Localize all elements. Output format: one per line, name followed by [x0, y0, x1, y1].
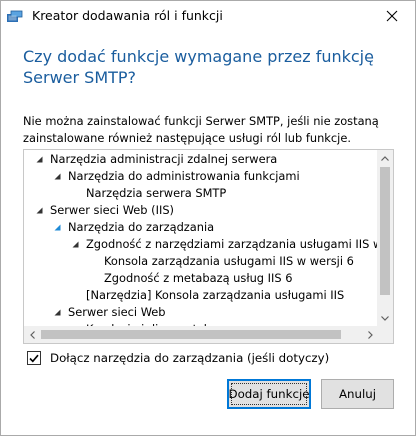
tree-viewport: Narzędzia administracji zdalnej serwera N…: [24, 150, 378, 326]
expand-arrow-icon[interactable]: [34, 202, 44, 219]
chevron-down-icon: [381, 315, 389, 321]
include-tools-checkbox[interactable]: [27, 351, 41, 365]
chevron-left-icon: [29, 330, 35, 339]
scroll-right-button[interactable]: [362, 326, 378, 343]
scroll-down-button[interactable]: [377, 310, 393, 326]
dialog-description: Nie można zainstalować funkcji Serwer SM…: [23, 114, 379, 145]
horizontal-scroll-thumb[interactable]: [41, 330, 341, 339]
tree-item-label: Konsola zarządzania usługami IIS w wersj…: [104, 254, 354, 268]
dialog-heading: Czy dodać funkcje wymagane przez funkcję…: [23, 47, 374, 87]
expand-arrow-icon[interactable]: [52, 304, 62, 321]
tree-item-label: Zgodność z narzędziami zarządzania usług…: [86, 237, 378, 251]
chevron-right-icon: [367, 330, 373, 339]
tree-item-label: Narzędzia do administrowania funkcjami: [68, 169, 300, 183]
cancel-button[interactable]: Anuluj: [321, 379, 394, 409]
vertical-scrollbar[interactable]: [377, 150, 393, 326]
close-icon: [386, 10, 398, 22]
expand-arrow-icon[interactable]: [70, 236, 80, 253]
window-title: Kreator dodawania ról i funkcji: [32, 8, 223, 23]
checkmark-icon: [29, 354, 39, 362]
tree-item-label: Serwer sieci Web (IIS): [50, 203, 174, 217]
tree-item-label: Narzędzia do zarządzania: [68, 220, 215, 234]
tree-item-label: [Narzędzia] Konsola zarządzania usługami…: [86, 288, 345, 302]
close-button[interactable]: [369, 1, 415, 31]
chevron-up-icon: [381, 155, 389, 161]
scroll-up-button[interactable]: [377, 150, 393, 166]
expand-arrow-icon[interactable]: [34, 151, 44, 168]
wizard-app-icon: [7, 10, 23, 22]
scrollbar-corner: [377, 326, 393, 343]
include-tools-label: Dołącz narzędzia do zarządzania (jeśli d…: [50, 351, 330, 365]
tree-item-label: Serwer sieci Web: [68, 305, 166, 319]
tree-item-label: Zgodność z metabazą usług IIS 6: [104, 271, 293, 285]
horizontal-scrollbar[interactable]: [24, 326, 378, 343]
dialog-window: Kreator dodawania ról i funkcji Czy doda…: [0, 0, 416, 436]
cancel-label: Anuluj: [338, 387, 377, 401]
tree-item-label: Narzędzia serwera SMTP: [86, 186, 227, 200]
tree-item-label: Narzędzia administracji zdalnej serwera: [50, 152, 278, 166]
features-tree[interactable]: Narzędzia administracji zdalnej serwera N…: [23, 149, 394, 344]
scroll-left-button[interactable]: [24, 326, 40, 343]
include-tools-checkbox-row[interactable]: Dołącz narzędzia do zarządzania (jeśli d…: [27, 349, 329, 367]
vertical-scroll-thumb[interactable]: [380, 167, 390, 295]
expand-arrow-icon[interactable]: [52, 168, 62, 185]
focus-rectangle: [231, 383, 307, 405]
add-features-button[interactable]: Dodaj funkcje: [227, 379, 311, 409]
title-bar: Kreator dodawania ról i funkcji: [1, 1, 415, 31]
expand-arrow-icon[interactable]: [52, 219, 62, 236]
